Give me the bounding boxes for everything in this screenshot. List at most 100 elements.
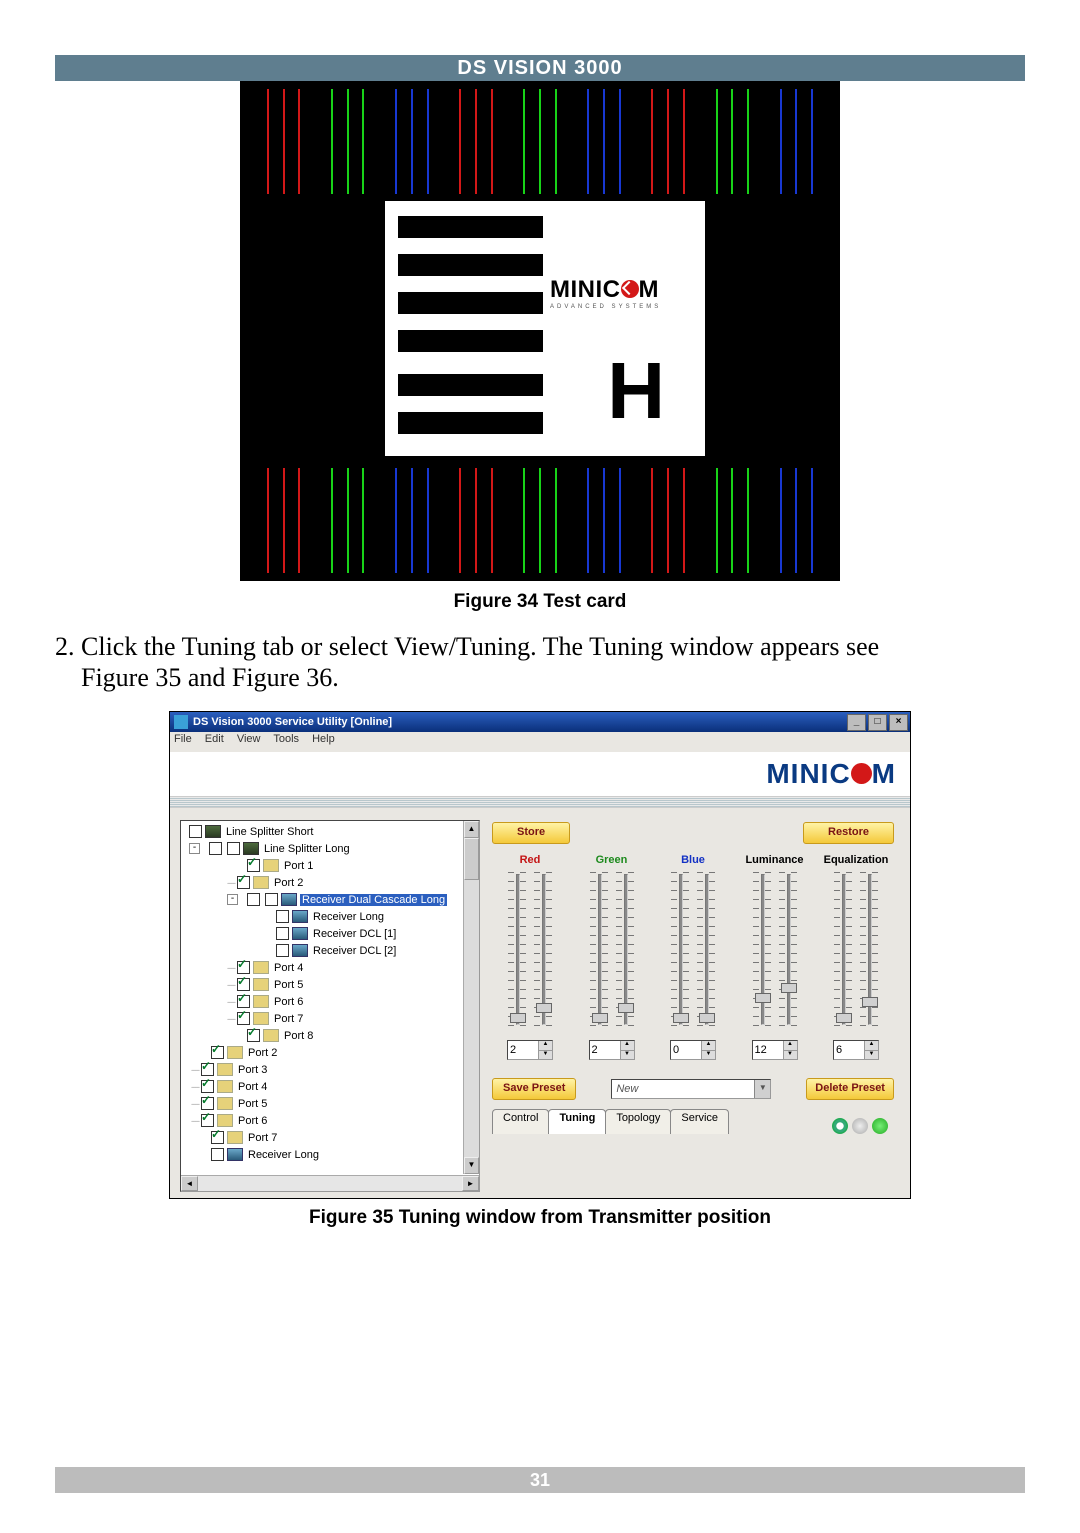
tree-checkbox[interactable]: [276, 927, 289, 940]
tree-checkbox[interactable]: [237, 978, 250, 991]
tree-checkbox[interactable]: [247, 859, 260, 872]
tree-checkbox[interactable]: [209, 842, 222, 855]
tab-service[interactable]: Service: [670, 1109, 729, 1134]
tree-row[interactable]: -Receiver Dual Cascade Long: [181, 891, 463, 908]
blue-value-input[interactable]: [671, 1041, 701, 1059]
slider-red-fine[interactable]: [534, 872, 552, 1027]
tree-checkbox[interactable]: [201, 1114, 214, 1127]
eye-icon[interactable]: [832, 1118, 848, 1134]
tree-checkbox[interactable]: [201, 1080, 214, 1093]
tree-row[interactable]: Receiver DCL [1]: [181, 925, 463, 942]
eq-up[interactable]: ▲: [864, 1041, 878, 1051]
tree-row[interactable]: Port 7: [181, 1129, 463, 1146]
tree-row[interactable]: ----Port 3: [181, 1061, 463, 1078]
slider-lum-fine[interactable]: [779, 872, 797, 1027]
green-down[interactable]: ▼: [620, 1051, 634, 1060]
equalization-value-input[interactable]: [834, 1041, 864, 1059]
menu-edit[interactable]: Edit: [205, 733, 224, 745]
tree-checkbox[interactable]: [211, 1131, 224, 1144]
spinner-equalization[interactable]: ▲▼: [833, 1040, 879, 1060]
window-titlebar[interactable]: DS Vision 3000 Service Utility [Online] …: [170, 712, 910, 732]
device-tree[interactable]: Line Splitter Short-Line Splitter LongPo…: [181, 823, 463, 1175]
tree-expand-icon[interactable]: -: [227, 894, 238, 905]
tree-row[interactable]: ----Port 6: [181, 1112, 463, 1129]
scroll-up-arrow[interactable]: ▲: [464, 821, 479, 838]
lum-down[interactable]: ▼: [783, 1051, 797, 1060]
tree-vscrollbar[interactable]: ▲ ▼: [463, 821, 479, 1174]
menu-view[interactable]: View: [237, 733, 261, 745]
tree-checkbox[interactable]: [247, 1029, 260, 1042]
store-button[interactable]: Store: [492, 822, 570, 844]
slider-green-coarse[interactable]: [590, 872, 608, 1027]
tree-checkbox[interactable]: [237, 1012, 250, 1025]
luminance-value-input[interactable]: [753, 1041, 783, 1059]
menu-help[interactable]: Help: [312, 733, 335, 745]
tree-checkbox[interactable]: [189, 825, 202, 838]
tree-checkbox[interactable]: [211, 1046, 224, 1059]
tree-row[interactable]: Line Splitter Short: [181, 823, 463, 840]
tree-checkbox[interactable]: [237, 961, 250, 974]
close-button[interactable]: ×: [889, 714, 908, 731]
scroll-thumb[interactable]: [464, 838, 479, 880]
lum-up[interactable]: ▲: [783, 1041, 797, 1051]
preset-dropdown[interactable]: New ▼: [611, 1079, 771, 1099]
tree-row[interactable]: Receiver Long: [181, 1146, 463, 1163]
scroll-left-arrow[interactable]: ◄: [181, 1176, 198, 1191]
slider-blue-coarse[interactable]: [671, 872, 689, 1027]
tree-checkbox[interactable]: [247, 893, 260, 906]
tree-row[interactable]: ----Port 5: [181, 976, 463, 993]
tree-row[interactable]: Receiver Long: [181, 908, 463, 925]
maximize-button[interactable]: □: [868, 714, 887, 731]
blue-down[interactable]: ▼: [701, 1051, 715, 1060]
eq-down[interactable]: ▼: [864, 1051, 878, 1060]
tree-row[interactable]: Receiver DCL [2]: [181, 942, 463, 959]
green-up[interactable]: ▲: [620, 1041, 634, 1051]
tree-row[interactable]: ----Port 6: [181, 993, 463, 1010]
tree-checkbox[interactable]: [201, 1097, 214, 1110]
scroll-track[interactable]: [198, 1176, 462, 1191]
tree-checkbox[interactable]: [237, 876, 250, 889]
tree-checkbox-2[interactable]: [265, 893, 278, 906]
tree-checkbox-2[interactable]: [227, 842, 240, 855]
blue-up[interactable]: ▲: [701, 1041, 715, 1051]
slider-eq-fine[interactable]: [860, 872, 878, 1027]
tree-row[interactable]: ----Port 4: [181, 1078, 463, 1095]
menu-file[interactable]: File: [174, 733, 192, 745]
tab-control[interactable]: Control: [492, 1109, 549, 1134]
red-up[interactable]: ▲: [538, 1041, 552, 1051]
tree-row[interactable]: -Line Splitter Long: [181, 840, 463, 857]
tree-checkbox[interactable]: [201, 1063, 214, 1076]
tree-row[interactable]: Port 2: [181, 1044, 463, 1061]
spinner-green[interactable]: ▲▼: [589, 1040, 635, 1060]
tab-topology[interactable]: Topology: [605, 1109, 671, 1134]
scroll-right-arrow[interactable]: ►: [462, 1176, 479, 1191]
tab-tuning[interactable]: Tuning: [548, 1109, 606, 1134]
red-value-input[interactable]: [508, 1041, 538, 1059]
dropdown-arrow-icon[interactable]: ▼: [754, 1080, 770, 1098]
tree-checkbox[interactable]: [211, 1148, 224, 1161]
save-preset-button[interactable]: Save Preset: [492, 1078, 576, 1100]
delete-preset-button[interactable]: Delete Preset: [806, 1078, 894, 1100]
tree-row[interactable]: Port 8: [181, 1027, 463, 1044]
scroll-down-arrow[interactable]: ▼: [464, 1157, 479, 1174]
restore-button[interactable]: Restore: [803, 822, 894, 844]
slider-red-coarse[interactable]: [508, 872, 526, 1027]
tree-row[interactable]: ----Port 5: [181, 1095, 463, 1112]
tree-expand-icon[interactable]: -: [189, 843, 200, 854]
slider-green-fine[interactable]: [616, 872, 634, 1027]
green-value-input[interactable]: [590, 1041, 620, 1059]
tree-row[interactable]: ----Port 2: [181, 874, 463, 891]
tree-checkbox[interactable]: [237, 995, 250, 1008]
slider-eq-coarse[interactable]: [834, 872, 852, 1027]
device-tree-pane[interactable]: Line Splitter Short-Line Splitter LongPo…: [180, 820, 480, 1192]
tree-checkbox[interactable]: [276, 910, 289, 923]
tree-checkbox[interactable]: [276, 944, 289, 957]
tree-hscrollbar[interactable]: ◄ ►: [181, 1175, 479, 1191]
slider-lum-coarse[interactable]: [753, 872, 771, 1027]
spinner-blue[interactable]: ▲▼: [670, 1040, 716, 1060]
tree-row[interactable]: ----Port 4: [181, 959, 463, 976]
spinner-luminance[interactable]: ▲▼: [752, 1040, 798, 1060]
red-down[interactable]: ▼: [538, 1051, 552, 1060]
minimize-button[interactable]: _: [847, 714, 866, 731]
tree-row[interactable]: Port 1: [181, 857, 463, 874]
